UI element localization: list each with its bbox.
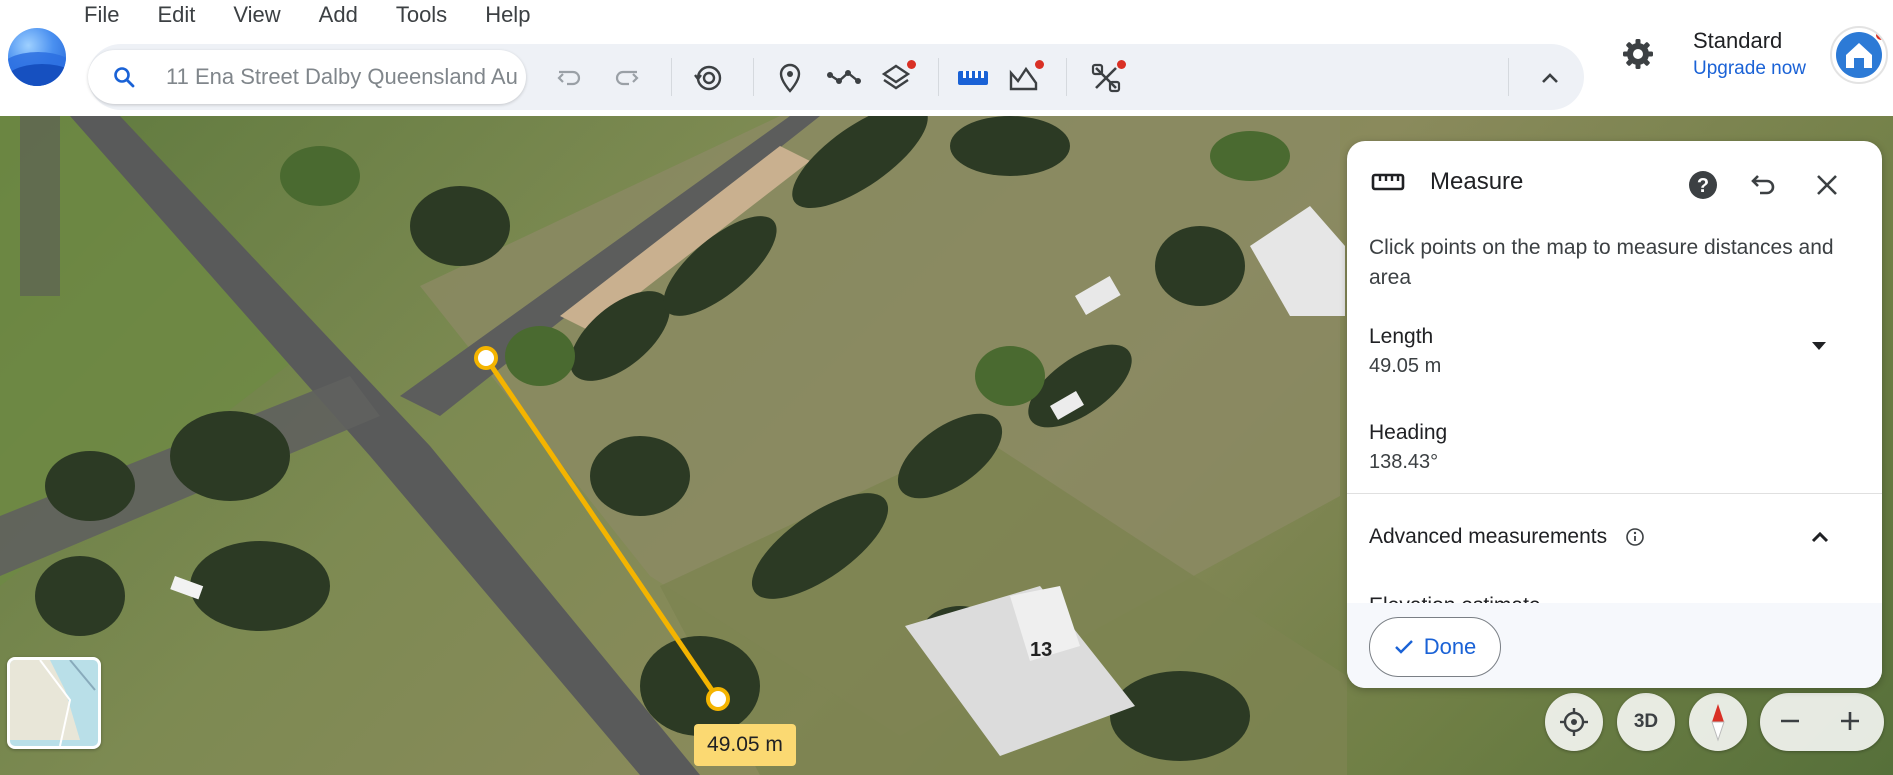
done-label: Done xyxy=(1423,634,1477,659)
toolbar-divider xyxy=(753,58,754,96)
zoom-in-icon[interactable] xyxy=(1836,707,1864,740)
google-earth-logo[interactable] xyxy=(8,28,66,86)
settings-gear-icon[interactable] xyxy=(1620,36,1656,77)
heading-value: 138.43° xyxy=(1369,451,1439,473)
advanced-measurements-label[interactable]: Advanced measurements xyxy=(1369,525,1607,549)
chevron-up-icon[interactable] xyxy=(1809,528,1831,551)
search-input[interactable] xyxy=(166,58,518,96)
measure-point-end[interactable] xyxy=(706,687,730,711)
menu-tools[interactable]: Tools xyxy=(396,2,447,28)
upgrade-link[interactable]: Upgrade now xyxy=(1693,58,1806,80)
search-icon[interactable] xyxy=(112,65,136,94)
check-icon xyxy=(1394,640,1413,654)
svg-text:?: ? xyxy=(1697,175,1709,197)
3d-toggle-button[interactable]: 3D xyxy=(1617,693,1675,751)
layers-icon[interactable] xyxy=(878,60,916,96)
historical-imagery-icon[interactable] xyxy=(690,60,726,96)
length-value: 49.05 m xyxy=(1369,355,1442,377)
menu-edit[interactable]: Edit xyxy=(157,2,195,28)
notification-dot xyxy=(1876,30,1886,40)
toolbar-divider xyxy=(1508,58,1509,96)
undo-icon[interactable] xyxy=(551,60,587,96)
notification-dot xyxy=(1117,60,1126,69)
menu-help[interactable]: Help xyxy=(485,2,530,28)
add-placemark-icon[interactable] xyxy=(772,60,808,96)
menu-view[interactable]: View xyxy=(233,2,280,28)
info-icon[interactable] xyxy=(1625,527,1645,552)
menu-add[interactable]: Add xyxy=(319,2,358,28)
house-number-label: 13 xyxy=(1030,639,1052,661)
top-bar: File Edit View Add Tools Help 11 Ena Str… xyxy=(0,0,1893,116)
collapse-icon[interactable] xyxy=(1532,60,1568,96)
close-icon[interactable] xyxy=(1809,167,1845,203)
redo-icon[interactable] xyxy=(609,60,645,96)
zoom-controls xyxy=(1760,693,1884,751)
tools-icon[interactable] xyxy=(1088,60,1126,96)
toolbar-divider xyxy=(671,58,672,96)
notification-dot xyxy=(1035,60,1044,69)
my-location-icon[interactable] xyxy=(1545,693,1603,751)
menu-file[interactable]: File xyxy=(84,2,119,28)
measure-icon[interactable] xyxy=(955,60,991,96)
measure-point-start[interactable] xyxy=(474,346,498,370)
minimap[interactable] xyxy=(7,657,101,749)
measure-description: Click points on the map to measure dista… xyxy=(1369,236,1834,289)
compass-icon[interactable] xyxy=(1689,693,1747,751)
toolbar-divider xyxy=(938,58,939,96)
plan-info: Standard Upgrade now xyxy=(1693,28,1806,80)
toolbar-divider xyxy=(1066,58,1067,96)
heading-label: Heading xyxy=(1369,421,1448,444)
panel-title: Measure xyxy=(1430,168,1524,195)
elevation-profile-icon[interactable] xyxy=(1006,60,1044,96)
menu-bar: File Edit View Add Tools Help xyxy=(84,2,568,28)
unit-dropdown-icon[interactable] xyxy=(1809,339,1829,358)
plan-name: Standard xyxy=(1693,28,1783,53)
avatar[interactable] xyxy=(1830,26,1888,84)
undo-measure-icon[interactable] xyxy=(1745,167,1781,203)
notification-dot xyxy=(907,60,916,69)
toolbar xyxy=(88,44,1584,110)
ruler-icon xyxy=(1371,170,1405,199)
search-box xyxy=(88,50,526,104)
help-icon[interactable]: ? xyxy=(1685,167,1721,203)
distance-label: 49.05 m xyxy=(694,724,796,766)
zoom-out-icon[interactable] xyxy=(1776,707,1804,740)
add-path-icon[interactable] xyxy=(826,60,862,96)
measure-panel: Measure ? Click points on the map to mea… xyxy=(1347,141,1882,688)
length-label: Length xyxy=(1369,325,1434,348)
done-button[interactable]: Done xyxy=(1369,617,1501,677)
panel-divider xyxy=(1347,493,1882,494)
